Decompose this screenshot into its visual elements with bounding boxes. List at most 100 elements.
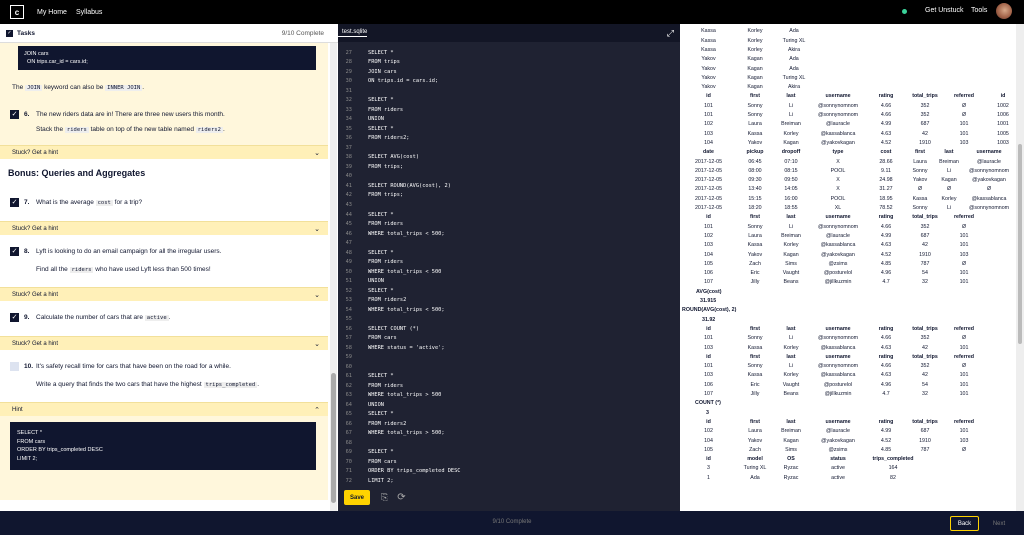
table-row: 2017-12-05 09:30 09:50 X 24.98 Yakov Kagan @yak…	[680, 177, 1015, 183]
code-line[interactable]: 61 SELECT *	[338, 372, 680, 382]
code-line[interactable]: 41 SELECT ROUND(AVG(cost), 2)	[338, 181, 680, 191]
code-line[interactable]: 51 UNION	[338, 276, 680, 286]
hint-toggle-8[interactable]: Stuck? Get a hint ⌄	[0, 287, 328, 301]
code-line[interactable]: 27 SELECT *	[338, 48, 680, 58]
clipboard-icon[interactable]: ⎘	[381, 492, 388, 503]
line-text: SELECT *	[368, 97, 394, 104]
code-line[interactable]: 67 WHERE total_trips > 500;	[338, 429, 680, 439]
table-cell: Kassa	[680, 24, 737, 25]
get-unstuck-button[interactable]: Get Unstuck	[925, 7, 964, 14]
code-line[interactable]: 59	[338, 353, 680, 363]
code-editor[interactable]: 27 SELECT * 28 FROM trips 29 JOIN cars 30 ON tr…	[338, 42, 680, 484]
task-9-checkbox[interactable]: ✓	[10, 313, 19, 322]
line-text: UNION	[368, 278, 384, 285]
code-line[interactable]: 53 FROM riders2	[338, 295, 680, 305]
chevron-down-icon: ⌄	[314, 291, 320, 299]
code-line[interactable]: 42 FROM trips;	[338, 191, 680, 201]
table-cell: Akira	[787, 46, 801, 53]
code-line[interactable]: 56 SELECT COUNT (*)	[338, 324, 680, 334]
nav-syllabus[interactable]: Syllabus	[76, 9, 102, 16]
code-line[interactable]: 68	[338, 438, 680, 448]
task-10-number: 10.	[24, 363, 34, 370]
table-cell: 1001	[997, 121, 1009, 128]
codecademy-logo[interactable]: c	[10, 5, 24, 19]
code-line[interactable]: 65 SELECT *	[338, 410, 680, 420]
code-line[interactable]: 64 UNION	[338, 400, 680, 410]
code-line[interactable]: 49 FROM riders	[338, 257, 680, 267]
tab-test-sqlite[interactable]: test.sqlite	[338, 29, 368, 37]
code-line[interactable]: 47	[338, 238, 680, 248]
code-line[interactable]: 72 LIMIT 2;	[338, 476, 680, 484]
code-line[interactable]: 62 FROM riders	[338, 381, 680, 391]
code-line[interactable]: 35 SELECT *	[338, 124, 680, 134]
code-line[interactable]: 45 FROM riders	[338, 219, 680, 229]
task-8: ✓ 8. Lyft is looking to do an email camp…	[0, 235, 328, 287]
tools-button[interactable]: Tools	[971, 7, 987, 14]
task-8-checkbox[interactable]: ✓	[10, 247, 19, 256]
code-line[interactable]: 71 ORDER BY trips_completed DESC	[338, 467, 680, 477]
table-cell: Ø	[961, 363, 967, 370]
table-cell: 4.66	[880, 102, 892, 109]
table-cell: Sonny	[747, 335, 763, 342]
query-results-panel[interactable]: KassaKorleyAdaKassaKorleyAdaKassaKorleyT…	[680, 24, 1016, 511]
code-line[interactable]: 69 SELECT *	[338, 448, 680, 458]
save-button[interactable]: Save	[344, 490, 370, 505]
code-line[interactable]: 70 FROM cars	[338, 457, 680, 467]
hint-toggle-6[interactable]: Stuck? Get a hint ⌄	[0, 145, 328, 159]
hint-open-header[interactable]: Hint ⌃	[0, 402, 328, 416]
task-6-checkbox[interactable]: ✓	[10, 110, 19, 119]
column-header: referred	[953, 93, 975, 100]
code-line[interactable]: 38 SELECT AVG(cost)	[338, 153, 680, 163]
code-line[interactable]: 39 FROM trips;	[338, 162, 680, 172]
code-line[interactable]: 33 FROM riders	[338, 105, 680, 115]
scrollbar-thumb[interactable]	[1018, 144, 1022, 344]
code-line[interactable]: 48 SELECT *	[338, 248, 680, 258]
task-10-checkbox[interactable]	[10, 362, 19, 371]
line-number: 71	[345, 468, 352, 475]
code-line[interactable]: 44 SELECT *	[338, 210, 680, 220]
code-line[interactable]: 40	[338, 172, 680, 182]
hint-toggle-7[interactable]: Stuck? Get a hint ⌄	[0, 221, 328, 235]
code-line[interactable]: 55	[338, 314, 680, 324]
code-line[interactable]: 63 WHERE total_trips > 500	[338, 391, 680, 401]
code-line[interactable]: 43	[338, 200, 680, 210]
scrollbar-thumb[interactable]	[331, 373, 336, 503]
tasks-header[interactable]: ✓ Tasks 9/10 Complete	[0, 24, 338, 43]
code-line[interactable]: 60	[338, 362, 680, 372]
back-button[interactable]: Back	[950, 516, 979, 531]
line-number: 41	[345, 182, 352, 189]
code-line[interactable]: 28 FROM trips	[338, 58, 680, 68]
task-7-checkbox[interactable]: ✓	[10, 198, 19, 207]
code-line[interactable]: 50 WHERE total_trips < 500	[338, 267, 680, 277]
instructions-scroll-area[interactable]: JOIN cars ON trips.car_id = cars.id; The…	[0, 43, 328, 511]
task-10-subtext: Write a query that finds the two cars th…	[0, 380, 328, 390]
code-line[interactable]: 31	[338, 86, 680, 96]
next-button[interactable]: Next	[986, 516, 1012, 531]
code-line[interactable]: 52 SELECT *	[338, 286, 680, 296]
code-line[interactable]: 54 WHERE total_trips < 500;	[338, 305, 680, 315]
refresh-icon[interactable]: ⟳	[397, 492, 405, 503]
code-line[interactable]: 58 WHERE status = 'active';	[338, 343, 680, 353]
table-cell: Yakov	[912, 177, 928, 184]
hint-content: SELECT * FROM cars ORDER BY trips_comple…	[0, 416, 328, 500]
code-line[interactable]: 32 SELECT *	[338, 96, 680, 106]
table-cell: @jillkuzmin	[824, 279, 852, 286]
table-row: 106 Eric Vaught @posturelol 4.96 54 101	[680, 382, 983, 388]
code-line[interactable]: 34 UNION	[338, 115, 680, 125]
code-line[interactable]: 30 ON trips.id = cars.id;	[338, 77, 680, 87]
code-line[interactable]: 36 FROM riders2;	[338, 134, 680, 144]
code-line[interactable]: 46 WHERE total_trips < 500;	[338, 229, 680, 239]
expand-icon[interactable]: ⤢	[667, 28, 674, 39]
instructions-scrollbar[interactable]	[330, 43, 337, 511]
hint-toggle-9[interactable]: Stuck? Get a hint ⌄	[0, 336, 328, 350]
avatar[interactable]	[996, 3, 1012, 19]
nav-my-home[interactable]: My Home	[37, 9, 67, 16]
code-line[interactable]: 29 JOIN cars	[338, 67, 680, 77]
line-number: 28	[345, 59, 352, 66]
results-scrollbar[interactable]	[1016, 24, 1024, 511]
code-line[interactable]: 57 FROM cars	[338, 333, 680, 343]
code-line[interactable]: 37	[338, 143, 680, 153]
code-line[interactable]: 66 FROM riders2	[338, 419, 680, 429]
table-cell: 687	[920, 232, 930, 239]
table-cell: 352	[920, 335, 930, 342]
